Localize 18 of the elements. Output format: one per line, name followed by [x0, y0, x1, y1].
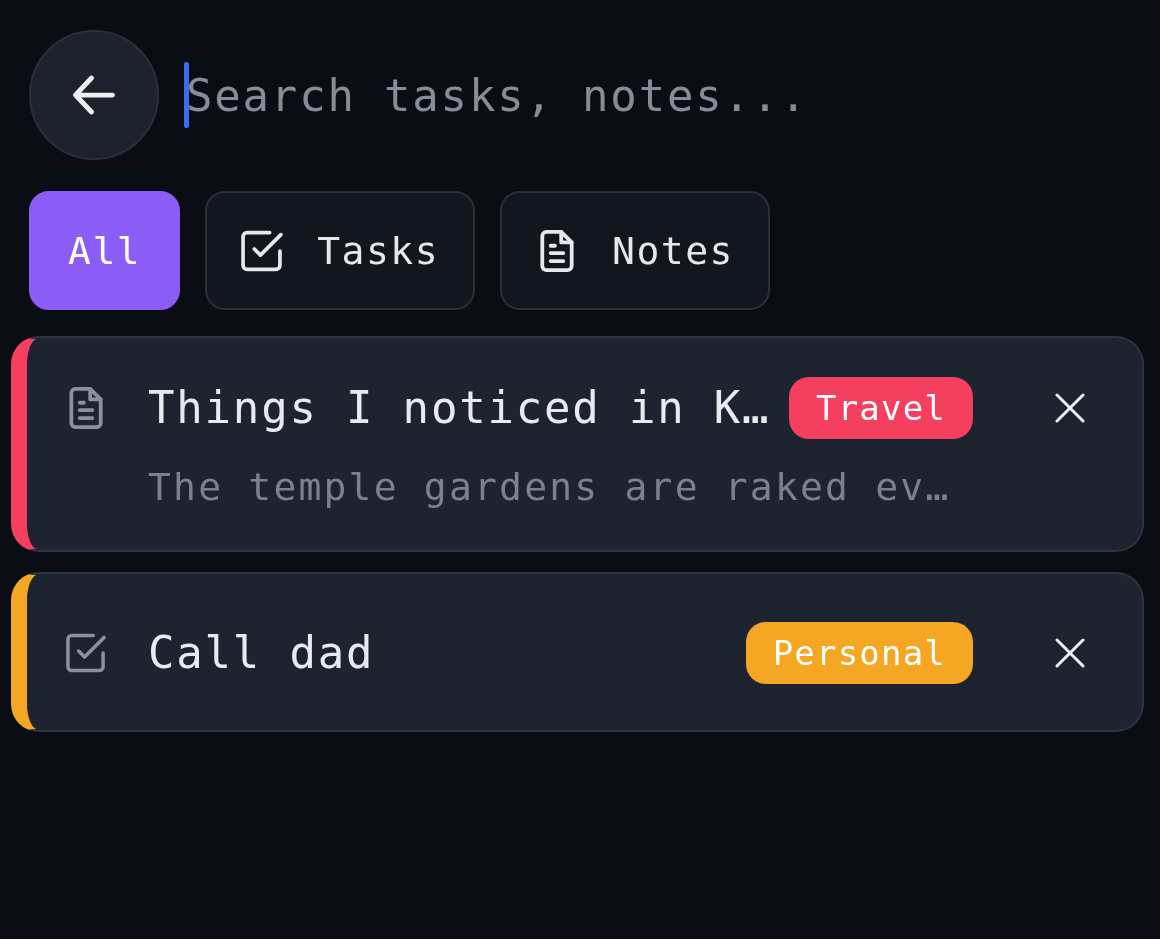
close-icon — [1055, 393, 1085, 423]
task-card[interactable]: Call dad Personal — [11, 572, 1144, 732]
checkbox-icon — [241, 229, 284, 272]
item-title: Things I noticed in K… — [148, 381, 772, 435]
document-icon — [66, 387, 106, 429]
search-field[interactable]: Search tasks, notes... — [186, 62, 1144, 128]
filter-tab[interactable]: Notes — [500, 191, 770, 310]
arrow-left-icon — [73, 75, 115, 115]
item-title: Call dad — [148, 625, 376, 680]
tag-label: Travel — [788, 377, 973, 439]
filter-tab[interactable]: All — [29, 191, 181, 310]
close-icon — [1055, 637, 1085, 668]
item-preview: The temple gardens are raked ev… — [148, 464, 952, 511]
checkbox-icon — [66, 631, 106, 674]
text-cursor — [184, 62, 189, 128]
tag-label: Personal — [745, 621, 973, 684]
note-card[interactable]: Things I noticed in K… Travel The temple gardens are raked ev… — [11, 336, 1144, 552]
filter-tab[interactable]: Tasks — [205, 191, 476, 310]
